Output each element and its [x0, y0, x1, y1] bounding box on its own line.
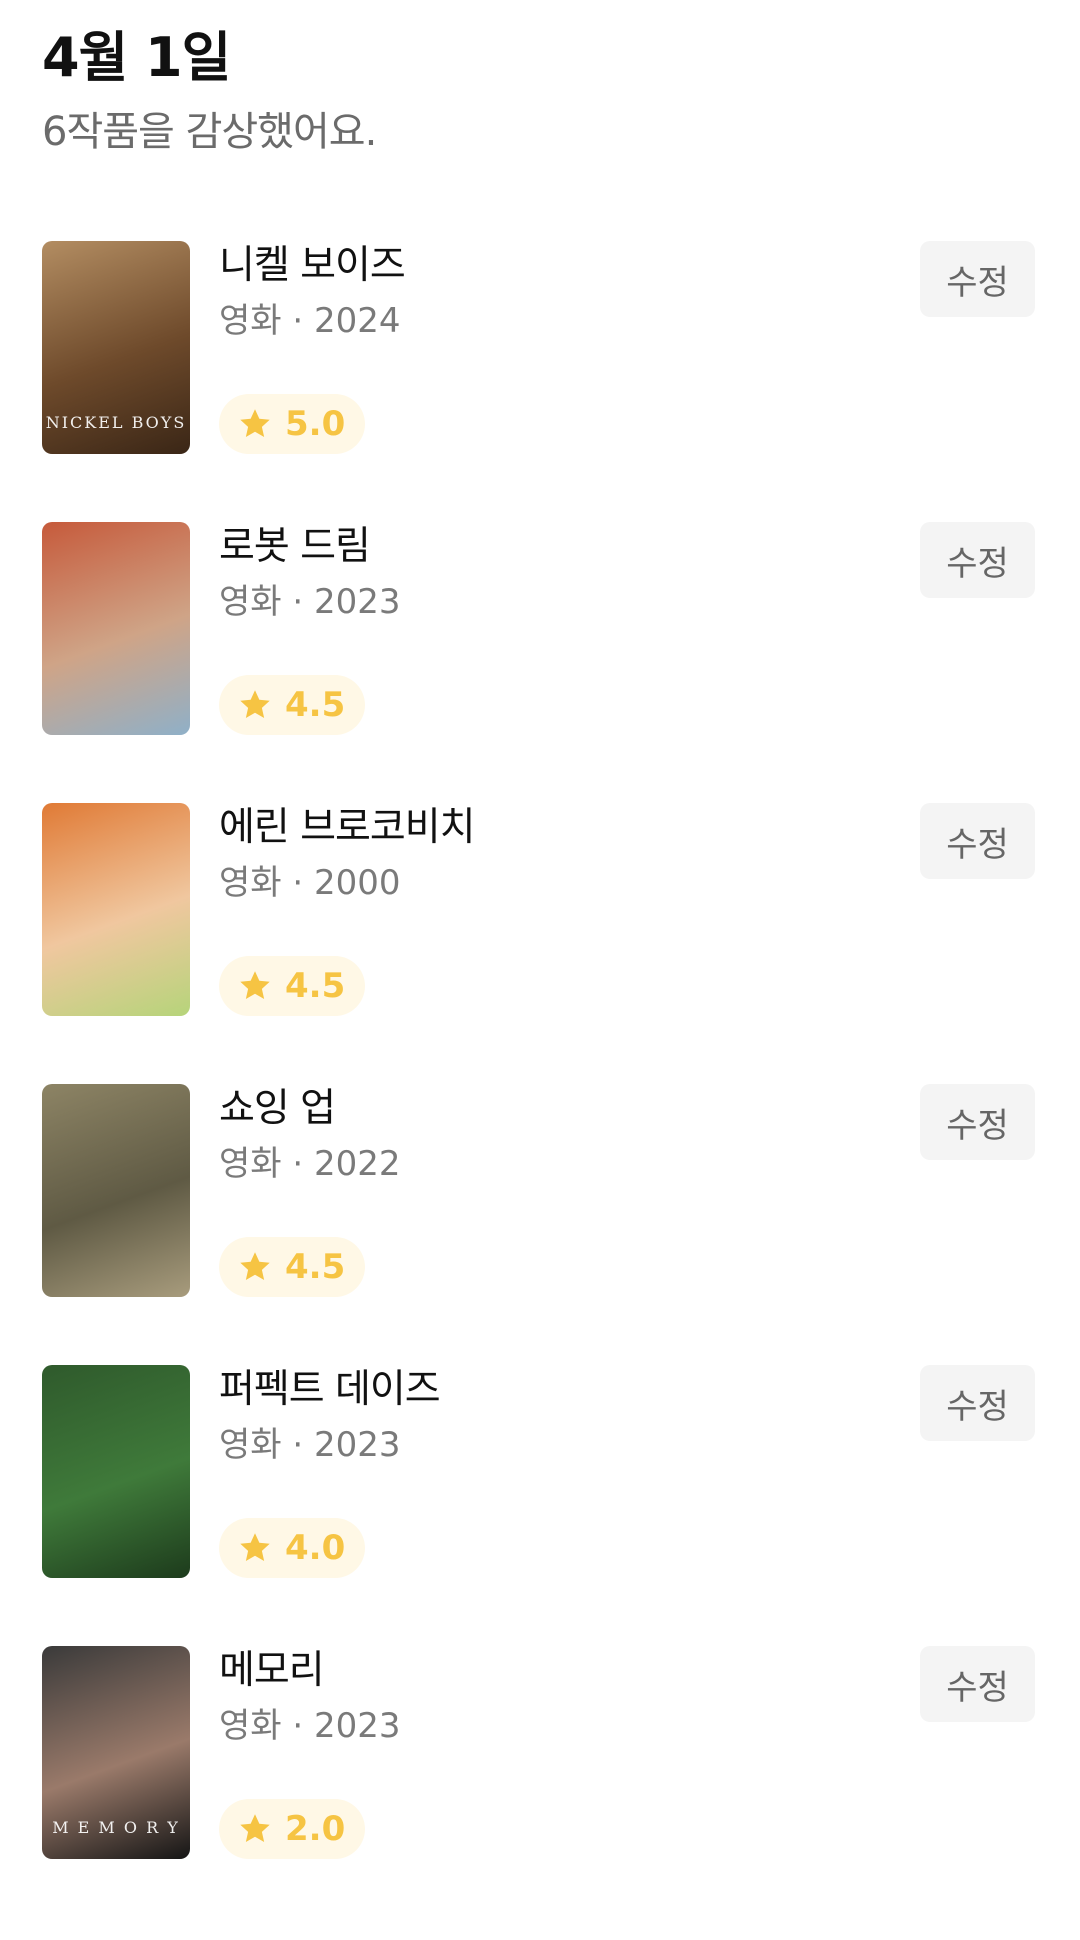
movie-meta: 영화 · 2024	[219, 301, 401, 341]
movie-poster[interactable]	[42, 1084, 190, 1297]
poster-title-text: M E M O R Y	[52, 1818, 180, 1837]
list-item[interactable]: 쇼잉 업 영화 · 2022 4.5 수정	[0, 1084, 1080, 1365]
list-item[interactable]: 퍼펙트 데이즈 영화 · 2023 4.0 수정	[0, 1365, 1080, 1646]
star-icon	[240, 1814, 270, 1843]
edit-button[interactable]: 수정	[920, 522, 1035, 598]
movie-poster[interactable]	[42, 522, 190, 735]
star-icon	[240, 971, 270, 1000]
rating-badge: 4.5	[219, 1237, 366, 1297]
rating-value: 4.5	[285, 1247, 346, 1287]
movie-poster[interactable]	[42, 1365, 190, 1578]
movie-poster[interactable]: NICKEL BOYS	[42, 241, 190, 454]
rating-badge: 2.0	[219, 1799, 366, 1859]
rating-value: 4.5	[285, 966, 346, 1006]
movie-meta: 영화 · 2000	[219, 863, 401, 903]
movie-meta: 영화 · 2023	[219, 582, 401, 622]
list-item[interactable]: NICKEL BOYS 니켈 보이즈 영화 · 2024 5.0 수정	[0, 241, 1080, 522]
date-title: 4월 1일	[42, 26, 231, 89]
edit-button[interactable]: 수정	[920, 803, 1035, 879]
star-icon	[240, 409, 270, 438]
list-item[interactable]: 에린 브로코비치 영화 · 2000 4.5 수정	[0, 803, 1080, 1084]
list-item[interactable]: 로봇 드림 영화 · 2023 4.5 수정	[0, 522, 1080, 803]
movie-poster[interactable]: M E M O R Y	[42, 1646, 190, 1859]
movie-title[interactable]: 로봇 드림	[219, 522, 371, 572]
star-icon	[240, 1252, 270, 1281]
rating-badge: 5.0	[219, 394, 366, 454]
star-icon	[240, 690, 270, 719]
rating-badge: 4.5	[219, 956, 366, 1016]
rating-value: 5.0	[285, 404, 346, 444]
rating-badge: 4.5	[219, 675, 366, 735]
movie-title[interactable]: 에린 브로코비치	[219, 803, 476, 853]
list-item[interactable]: M E M O R Y 메모리 영화 · 2023 2.0 수정	[0, 1646, 1080, 1927]
watched-list: NICKEL BOYS 니켈 보이즈 영화 · 2024 5.0 수정 로봇 드…	[0, 241, 1080, 1927]
star-icon	[240, 1533, 270, 1562]
day-header: 4월 1일 6작품을 감상했어요.	[42, 22, 377, 158]
watched-count-summary: 6작품을 감상했어요.	[42, 109, 377, 155]
movie-poster[interactable]	[42, 803, 190, 1016]
rating-history-page: 4월 1일 6작품을 감상했어요. NICKEL BOYS 니켈 보이즈 영화 …	[0, 0, 1080, 1940]
edit-button[interactable]: 수정	[920, 241, 1035, 317]
poster-title-text: NICKEL BOYS	[45, 413, 187, 432]
movie-meta: 영화 · 2023	[219, 1706, 401, 1746]
rating-value: 4.5	[285, 685, 346, 725]
movie-title[interactable]: 쇼잉 업	[219, 1084, 336, 1134]
edit-button[interactable]: 수정	[920, 1365, 1035, 1441]
rating-value: 4.0	[285, 1528, 346, 1568]
movie-title[interactable]: 퍼펙트 데이즈	[219, 1365, 441, 1415]
movie-meta: 영화 · 2022	[219, 1144, 401, 1184]
movie-title[interactable]: 니켈 보이즈	[219, 241, 406, 291]
movie-title[interactable]: 메모리	[219, 1646, 325, 1696]
edit-button[interactable]: 수정	[920, 1646, 1035, 1722]
movie-meta: 영화 · 2023	[219, 1425, 401, 1465]
rating-badge: 4.0	[219, 1518, 366, 1578]
rating-value: 2.0	[285, 1809, 346, 1849]
edit-button[interactable]: 수정	[920, 1084, 1035, 1160]
